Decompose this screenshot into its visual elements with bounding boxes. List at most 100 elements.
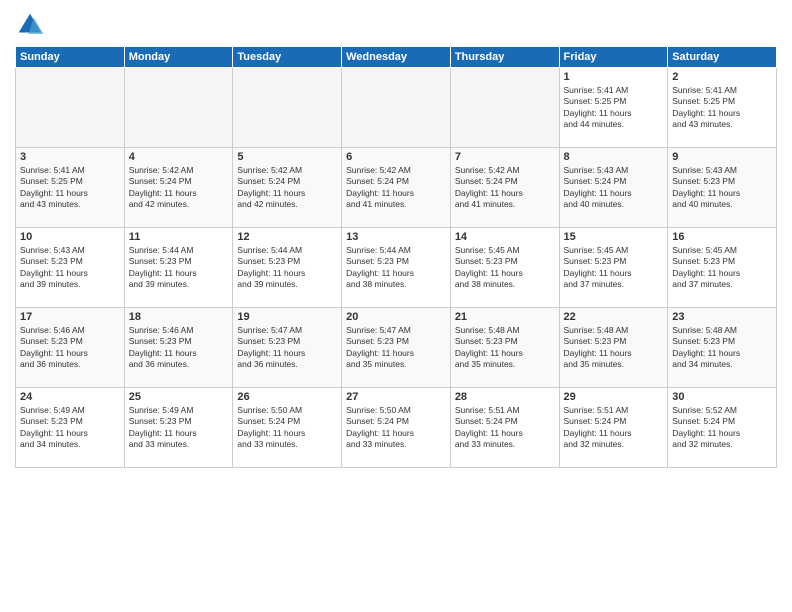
day-cell: 21Sunrise: 5:48 AM Sunset: 5:23 PM Dayli…	[450, 308, 559, 388]
day-info: Sunrise: 5:50 AM Sunset: 5:24 PM Dayligh…	[346, 405, 446, 451]
day-info: Sunrise: 5:44 AM Sunset: 5:23 PM Dayligh…	[346, 245, 446, 291]
header-cell-tuesday: Tuesday	[233, 47, 342, 68]
day-number: 4	[129, 151, 229, 163]
day-cell: 20 Sunrise: 5:47 AM Sunset: 5:23 PM Dayli…	[342, 308, 451, 388]
day-info: Sunrise: 5:45 AM Sunset: 5:23 PM Dayligh…	[564, 245, 664, 291]
day-cell: 23Sunrise: 5:48 AM Sunset: 5:23 PM Dayli…	[668, 308, 777, 388]
day-info: Sunrise: 5:49 AM Sunset: 5:23 PM Dayligh…	[20, 405, 120, 451]
day-cell	[16, 68, 125, 148]
day-info: Sunrise: 5:42 AM Sunset: 5:24 PM Dayligh…	[237, 165, 337, 211]
header-row: SundayMondayTuesdayWednesdayThursdayFrid…	[16, 47, 777, 68]
header-cell-thursday: Thursday	[450, 47, 559, 68]
header-cell-wednesday: Wednesday	[342, 47, 451, 68]
day-info: Sunrise: 5:47 AM Sunset: 5:23 PM Dayligh…	[346, 325, 446, 371]
day-number: 1	[564, 71, 664, 83]
header	[15, 10, 777, 40]
day-number: 29	[564, 391, 664, 403]
day-info: Sunrise: 5:46 AM Sunset: 5:23 PM Dayligh…	[129, 325, 229, 371]
day-number: 5	[237, 151, 337, 163]
week-row-4: 17Sunrise: 5:46 AM Sunset: 5:23 PM Dayli…	[16, 308, 777, 388]
day-number: 15	[564, 231, 664, 243]
page: SundayMondayTuesdayWednesdayThursdayFrid…	[0, 0, 792, 612]
header-cell-sunday: Sunday	[16, 47, 125, 68]
day-number: 12	[237, 231, 337, 243]
day-info: Sunrise: 5:43 AM Sunset: 5:23 PM Dayligh…	[672, 165, 772, 211]
day-number: 22	[564, 311, 664, 323]
day-cell: 28 Sunrise: 5:51 AM Sunset: 5:24 PM Dayli…	[450, 388, 559, 468]
day-number: 24	[20, 391, 120, 403]
day-cell: 24 Sunrise: 5:49 AM Sunset: 5:23 PM Dayli…	[16, 388, 125, 468]
day-cell: 10 Sunrise: 5:43 AM Sunset: 5:23 PM Dayli…	[16, 228, 125, 308]
day-number: 14	[455, 231, 555, 243]
day-info: Sunrise: 5:45 AM Sunset: 5:23 PM Dayligh…	[672, 245, 772, 291]
day-info: Sunrise: 5:41 AM Sunset: 5:25 PM Dayligh…	[20, 165, 120, 211]
day-info: Sunrise: 5:44 AM Sunset: 5:23 PM Dayligh…	[129, 245, 229, 291]
day-cell: 4Sunrise: 5:42 AM Sunset: 5:24 PM Daylig…	[124, 148, 233, 228]
day-cell: 17Sunrise: 5:46 AM Sunset: 5:23 PM Dayli…	[16, 308, 125, 388]
calendar-table: SundayMondayTuesdayWednesdayThursdayFrid…	[15, 46, 777, 468]
day-cell: 12 Sunrise: 5:44 AM Sunset: 5:23 PM Dayli…	[233, 228, 342, 308]
logo	[15, 10, 49, 40]
day-info: Sunrise: 5:43 AM Sunset: 5:23 PM Dayligh…	[20, 245, 120, 291]
day-info: Sunrise: 5:44 AM Sunset: 5:23 PM Dayligh…	[237, 245, 337, 291]
day-cell: 6 Sunrise: 5:42 AM Sunset: 5:24 PM Daylig…	[342, 148, 451, 228]
day-cell: 25 Sunrise: 5:49 AM Sunset: 5:23 PM Dayli…	[124, 388, 233, 468]
day-info: Sunrise: 5:42 AM Sunset: 5:24 PM Dayligh…	[346, 165, 446, 211]
week-row-1: 1 Sunrise: 5:41 AM Sunset: 5:25 PM Daylig…	[16, 68, 777, 148]
day-cell: 27 Sunrise: 5:50 AM Sunset: 5:24 PM Dayli…	[342, 388, 451, 468]
day-cell: 30 Sunrise: 5:52 AM Sunset: 5:24 PM Dayli…	[668, 388, 777, 468]
day-number: 8	[564, 151, 664, 163]
day-cell: 2 Sunrise: 5:41 AM Sunset: 5:25 PM Daylig…	[668, 68, 777, 148]
day-cell: 1 Sunrise: 5:41 AM Sunset: 5:25 PM Daylig…	[559, 68, 668, 148]
day-cell: 22 Sunrise: 5:48 AM Sunset: 5:23 PM Dayli…	[559, 308, 668, 388]
day-number: 11	[129, 231, 229, 243]
day-info: Sunrise: 5:49 AM Sunset: 5:23 PM Dayligh…	[129, 405, 229, 451]
week-row-5: 24 Sunrise: 5:49 AM Sunset: 5:23 PM Dayli…	[16, 388, 777, 468]
day-info: Sunrise: 5:51 AM Sunset: 5:24 PM Dayligh…	[564, 405, 664, 451]
day-info: Sunrise: 5:48 AM Sunset: 5:23 PM Dayligh…	[672, 325, 772, 371]
day-info: Sunrise: 5:43 AM Sunset: 5:24 PM Dayligh…	[564, 165, 664, 211]
day-number: 2	[672, 71, 772, 83]
day-number: 20	[346, 311, 446, 323]
day-number: 18	[129, 311, 229, 323]
day-info: Sunrise: 5:42 AM Sunset: 5:24 PM Dayligh…	[455, 165, 555, 211]
day-cell	[450, 68, 559, 148]
day-cell: 11 Sunrise: 5:44 AM Sunset: 5:23 PM Dayli…	[124, 228, 233, 308]
day-number: 3	[20, 151, 120, 163]
day-number: 10	[20, 231, 120, 243]
day-cell: 3 Sunrise: 5:41 AM Sunset: 5:25 PM Daylig…	[16, 148, 125, 228]
day-cell: 16 Sunrise: 5:45 AM Sunset: 5:23 PM Dayli…	[668, 228, 777, 308]
day-info: Sunrise: 5:48 AM Sunset: 5:23 PM Dayligh…	[455, 325, 555, 371]
week-row-2: 3 Sunrise: 5:41 AM Sunset: 5:25 PM Daylig…	[16, 148, 777, 228]
day-number: 25	[129, 391, 229, 403]
day-cell: 26Sunrise: 5:50 AM Sunset: 5:24 PM Dayli…	[233, 388, 342, 468]
day-number: 19	[237, 311, 337, 323]
day-cell: 13 Sunrise: 5:44 AM Sunset: 5:23 PM Dayli…	[342, 228, 451, 308]
day-cell: 18 Sunrise: 5:46 AM Sunset: 5:23 PM Dayli…	[124, 308, 233, 388]
header-cell-saturday: Saturday	[668, 47, 777, 68]
day-info: Sunrise: 5:45 AM Sunset: 5:23 PM Dayligh…	[455, 245, 555, 291]
day-number: 13	[346, 231, 446, 243]
day-info: Sunrise: 5:41 AM Sunset: 5:25 PM Dayligh…	[672, 85, 772, 131]
day-info: Sunrise: 5:52 AM Sunset: 5:24 PM Dayligh…	[672, 405, 772, 451]
day-number: 28	[455, 391, 555, 403]
day-number: 16	[672, 231, 772, 243]
day-info: Sunrise: 5:51 AM Sunset: 5:24 PM Dayligh…	[455, 405, 555, 451]
day-cell	[124, 68, 233, 148]
day-cell	[233, 68, 342, 148]
day-number: 6	[346, 151, 446, 163]
day-cell: 9 Sunrise: 5:43 AM Sunset: 5:23 PM Daylig…	[668, 148, 777, 228]
day-info: Sunrise: 5:50 AM Sunset: 5:24 PM Dayligh…	[237, 405, 337, 451]
week-row-3: 10 Sunrise: 5:43 AM Sunset: 5:23 PM Dayli…	[16, 228, 777, 308]
day-number: 7	[455, 151, 555, 163]
day-cell: 7 Sunrise: 5:42 AM Sunset: 5:24 PM Daylig…	[450, 148, 559, 228]
day-info: Sunrise: 5:46 AM Sunset: 5:23 PM Dayligh…	[20, 325, 120, 371]
day-number: 27	[346, 391, 446, 403]
day-cell	[342, 68, 451, 148]
day-cell: 5 Sunrise: 5:42 AM Sunset: 5:24 PM Daylig…	[233, 148, 342, 228]
day-number: 30	[672, 391, 772, 403]
day-info: Sunrise: 5:48 AM Sunset: 5:23 PM Dayligh…	[564, 325, 664, 371]
day-number: 9	[672, 151, 772, 163]
day-cell: 29 Sunrise: 5:51 AM Sunset: 5:24 PM Dayli…	[559, 388, 668, 468]
day-info: Sunrise: 5:41 AM Sunset: 5:25 PM Dayligh…	[564, 85, 664, 131]
